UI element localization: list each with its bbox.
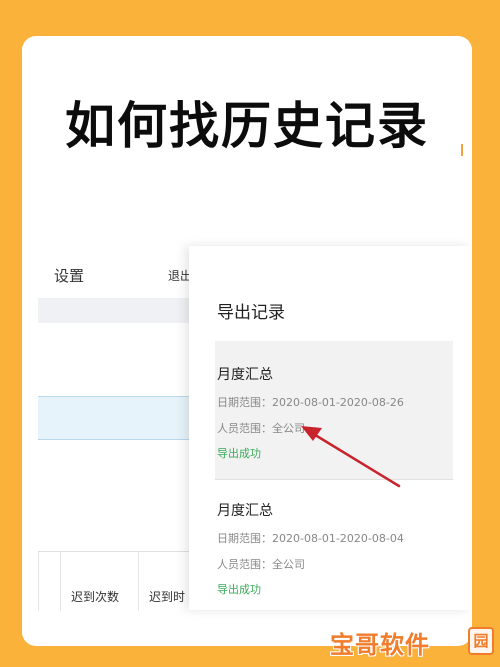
content-card: 如何找历史记录 设置 退出 迟到次数 迟到时 导出记录 月度汇总 日期范围：20… — [22, 36, 472, 646]
record-title: 月度汇总 — [217, 503, 273, 519]
settings-menu[interactable]: 设置 — [54, 265, 84, 286]
filter-bar — [38, 298, 208, 323]
table-header: 迟到次数 迟到时 — [38, 551, 208, 611]
record-date-range: 日期范围：2020-08-01-2020-08-26 — [217, 396, 404, 409]
export-record-item[interactable]: 月度汇总 日期范围：2020-08-01-2020-08-26 人员范围：全公司… — [215, 341, 453, 480]
table-column-header[interactable]: 迟到次数 — [60, 552, 138, 611]
background-app-screenshot: 设置 退出 迟到次数 迟到时 — [38, 246, 208, 611]
record-status[interactable]: 导出成功 — [217, 581, 261, 597]
highlighted-row[interactable] — [38, 396, 208, 440]
app-topbar: 设置 退出 — [38, 246, 208, 298]
watermark-text: 宝哥软件 — [330, 631, 430, 659]
watermark: 宝哥软件 园 — [328, 625, 494, 659]
export-record-item[interactable]: 月度汇总 日期范围：2020-08-01-2020-08-04 人员范围：全公司… — [215, 480, 453, 618]
export-records-drawer: 导出记录 月度汇总 日期范围：2020-08-01-2020-08-26 人员范… — [189, 246, 472, 610]
watermark-badge: 园 — [468, 627, 494, 655]
record-status[interactable]: 导出成功 — [217, 445, 261, 461]
record-date-range: 日期范围：2020-08-01-2020-08-04 — [217, 532, 404, 545]
record-people-range: 人员范围：全公司 — [217, 422, 305, 435]
headline: 如何找历史记录 — [65, 97, 429, 155]
record-people-range: 人员范围：全公司 — [217, 558, 305, 571]
record-title: 月度汇总 — [217, 367, 273, 383]
decorative-tick — [461, 144, 463, 156]
table-column-header[interactable] — [38, 552, 60, 611]
drawer-title: 导出记录 — [217, 303, 285, 323]
